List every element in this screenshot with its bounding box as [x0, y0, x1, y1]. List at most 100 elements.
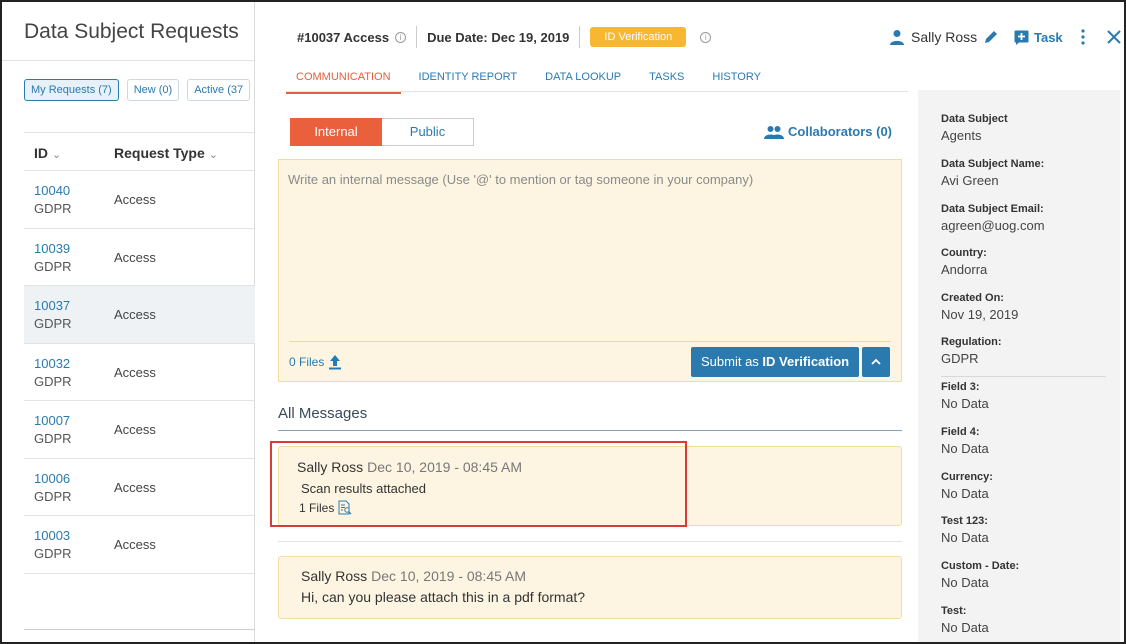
assignee-name: Sally Ross — [911, 29, 978, 45]
info-icon[interactable]: i — [395, 31, 407, 43]
request-type: Access — [114, 192, 156, 207]
detail-field: Field 4: No Data — [941, 426, 989, 456]
request-regulation: GDPR — [34, 431, 72, 446]
detail-field: Regulation: GDPR — [941, 336, 1002, 366]
field-value: No Data — [941, 575, 989, 590]
tab-history[interactable]: HISTORY — [702, 64, 771, 94]
request-title: #10037 Access — [297, 29, 390, 45]
attach-files-button[interactable]: 0 Files — [289, 354, 342, 370]
tab-tasks[interactable]: TASKS — [639, 64, 694, 94]
request-id[interactable]: 10003 — [34, 528, 70, 543]
field-value: No Data — [941, 486, 989, 501]
field-label: Field 3: — [941, 381, 980, 393]
tab-identity-report[interactable]: IDENTITY REPORT — [409, 64, 528, 94]
messages-heading: All Messages — [278, 405, 368, 422]
table-row[interactable]: 10003 GDPR Access — [24, 515, 255, 573]
column-header-id[interactable]: ID ⌄ — [34, 145, 61, 161]
app-window: Data Subject Requests My Requests (7) Ne… — [0, 0, 1126, 644]
filter-new[interactable]: New (0) — [126, 79, 180, 101]
files-count: 0 Files — [289, 355, 325, 369]
submit-options-button[interactable] — [862, 347, 891, 377]
field-value: GDPR — [941, 351, 979, 366]
message-input-placeholder[interactable]: Write an internal message (Use '@' to me… — [288, 172, 753, 187]
submit-prefix: Submit as — [701, 354, 763, 369]
divider — [416, 26, 418, 48]
request-type: Access — [114, 537, 156, 552]
divider — [24, 629, 255, 630]
request-type: Access — [114, 307, 156, 322]
table-row[interactable]: 10006 GDPR Access — [24, 457, 255, 516]
request-id[interactable]: 10037 — [34, 298, 70, 313]
chevron-up-icon — [871, 358, 881, 365]
due-date: Due Date: Dec 19, 2019 — [427, 29, 570, 45]
request-id[interactable]: 10039 — [34, 241, 70, 256]
request-id[interactable]: 10007 — [34, 413, 70, 428]
collaborators-button[interactable]: Collaborators (0) — [764, 124, 892, 139]
divider — [2, 60, 255, 61]
message-author: Sally Ross — [301, 568, 368, 584]
chevron-down-icon: ⌄ — [208, 149, 218, 161]
toggle-public[interactable]: Public — [382, 118, 474, 146]
table-row[interactable]: 10032 GDPR Access — [24, 342, 255, 401]
message-timestamp: Dec 10, 2019 - 08:45 AM — [371, 568, 527, 584]
people-icon — [764, 125, 784, 139]
task-label: Task — [1034, 30, 1063, 45]
request-regulation: GDPR — [34, 373, 72, 389]
filter-active[interactable]: Active (37 — [187, 79, 251, 101]
field-value: agreen@uog.com — [941, 218, 1045, 233]
detail-field: Country: Andorra — [941, 247, 987, 277]
field-value: Andorra — [941, 262, 988, 277]
submit-group: Submit as ID Verification — [691, 347, 891, 377]
field-label: Created On: — [941, 292, 1004, 304]
column-header-type-label: Request Type — [114, 145, 205, 161]
tab-bar: COMMUNICATION IDENTITY REPORT DATA LOOKU… — [286, 64, 779, 94]
field-value: Nov 19, 2019 — [941, 307, 1019, 322]
message-header: Sally Ross Dec 10, 2019 - 08:45 AM — [301, 568, 526, 584]
request-id[interactable]: 10006 — [34, 471, 70, 486]
add-task-icon — [1014, 30, 1029, 45]
divider — [278, 541, 902, 542]
field-label: Test: — [941, 605, 967, 617]
request-type: Access — [114, 249, 156, 265]
field-value: No Data — [941, 396, 989, 411]
tab-communication[interactable]: COMMUNICATION — [286, 64, 401, 94]
field-value: Avi Green — [941, 173, 999, 188]
status-badge: ID Verification — [590, 27, 687, 47]
request-id[interactable]: 10032 — [34, 356, 70, 371]
request-header: #10037 Access i Due Date: Dec 19, 2019 I… — [297, 26, 712, 48]
divider — [24, 132, 255, 133]
close-button[interactable] — [1106, 29, 1122, 50]
pencil-icon[interactable] — [983, 29, 999, 45]
message-visibility-toggle: Internal Public — [290, 118, 474, 146]
page-title: Data Subject Requests — [24, 20, 239, 43]
filter-my-requests[interactable]: My Requests (7) — [24, 79, 119, 101]
message-composer[interactable]: Write an internal message (Use '@' to me… — [278, 159, 902, 382]
request-id[interactable]: 10040 — [34, 183, 70, 198]
field-label: Regulation: — [941, 336, 1002, 348]
request-type: Access — [114, 479, 156, 495]
field-label: Custom - Date: — [941, 560, 1020, 572]
info-icon[interactable]: i — [700, 31, 712, 43]
table-row[interactable]: 10040 GDPR Access — [24, 170, 255, 228]
close-icon — [1107, 30, 1121, 44]
detail-field: Currency: No Data — [941, 471, 993, 501]
detail-field: Field 3: No Data — [941, 381, 989, 411]
assignee[interactable]: Sally Ross — [889, 29, 999, 45]
detail-field: Data Subject Agents — [941, 113, 1008, 143]
table-row[interactable]: 10039 GDPR Access — [24, 227, 255, 286]
field-value: No Data — [941, 620, 989, 635]
detail-field: Test: No Data — [941, 605, 989, 635]
request-regulation: GDPR — [34, 316, 72, 331]
submit-button[interactable]: Submit as ID Verification — [691, 347, 860, 377]
toggle-internal[interactable]: Internal — [290, 118, 382, 146]
upload-icon — [329, 355, 342, 370]
table-row[interactable]: 10007 GDPR Access — [24, 400, 255, 458]
more-options-button[interactable] — [1078, 27, 1088, 52]
detail-field: Custom - Date: No Data — [941, 560, 1019, 590]
add-task-button[interactable]: Task — [1014, 30, 1063, 45]
table-row-selected[interactable]: 10037 GDPR Access — [24, 285, 255, 343]
request-regulation: GDPR — [34, 201, 72, 216]
request-type: Access — [114, 364, 156, 380]
tab-data-lookup[interactable]: DATA LOOKUP — [535, 64, 631, 94]
column-header-request-type[interactable]: Request Type ⌄ — [114, 145, 218, 161]
